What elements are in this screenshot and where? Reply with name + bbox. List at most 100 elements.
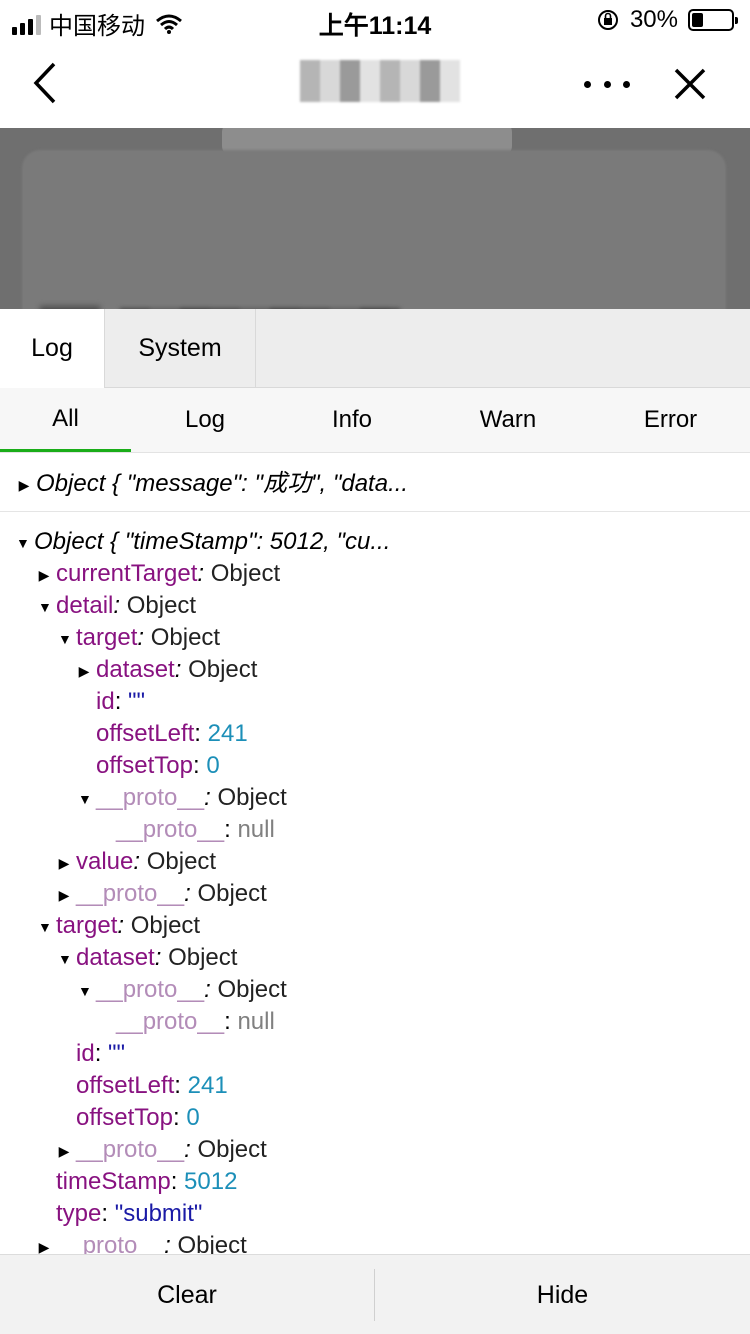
tree-key: __proto__ <box>76 1136 185 1163</box>
tree-row[interactable]: ▶ __proto__: Object <box>0 1134 750 1166</box>
tree-colon: : <box>197 560 211 587</box>
tree-row[interactable]: ▶ value: Object <box>0 846 750 878</box>
log-entry[interactable]: ▶ Object { "message": "成功", "data... <box>0 468 750 500</box>
tree-row[interactable]: ▶ currentTarget: Object <box>0 558 750 590</box>
tab-system[interactable]: System <box>105 309 256 388</box>
tree-row: timeStamp: 5012 <box>0 1166 750 1198</box>
console-bottom-bar: Clear Hide <box>0 1254 750 1334</box>
tree-row[interactable]: ▼ __proto__: Object <box>0 974 750 1006</box>
tree-row: type: "submit" <box>0 1198 750 1230</box>
tree-row: offsetLeft: 241 <box>0 1070 750 1102</box>
underlying-page-blurred <box>0 128 750 309</box>
caret-down-icon[interactable]: ▼ <box>78 783 92 815</box>
caret-right-icon[interactable]: ▶ <box>58 1135 70 1167</box>
tree-row[interactable]: ▶ __proto__: Object <box>0 878 750 910</box>
tree-colon: : <box>204 976 218 1003</box>
tree-value: Object <box>197 1136 267 1163</box>
tree-colon: : <box>94 1040 109 1067</box>
battery-fill <box>692 13 704 27</box>
tree-value: Object <box>177 1232 247 1254</box>
filter-info[interactable]: Info <box>279 388 425 452</box>
nav-bar <box>0 40 750 128</box>
chevron-left-icon[interactable] <box>28 60 68 106</box>
tree-key: offsetLeft <box>96 720 195 747</box>
blurred-card <box>22 150 726 309</box>
caret-down-icon[interactable]: ▼ <box>58 623 72 655</box>
caret-down-icon[interactable]: ▼ <box>38 911 52 943</box>
tree-key: type <box>56 1200 102 1227</box>
tree-value: Object <box>146 848 217 875</box>
tree-colon: : <box>184 880 198 907</box>
console-log-list[interactable]: ▶ Object { "message": "成功", "data... ▼ Obj… <box>0 454 750 1254</box>
tree-row: id: "" <box>0 1038 750 1070</box>
tree-row: offsetTop: 0 <box>0 750 750 782</box>
tree-value: 241 <box>187 1072 228 1099</box>
tree-row[interactable]: ▶ __proto__: Object <box>0 1230 750 1254</box>
tree-colon: : <box>117 912 131 939</box>
log-entry-summary: Object { "timeStamp": 5012, "cu... <box>34 528 391 555</box>
tree-row: offsetLeft: 241 <box>0 718 750 750</box>
battery-icon <box>688 9 738 31</box>
tree-colon: : <box>164 1232 178 1254</box>
tree-value: null <box>237 816 275 843</box>
tree-row: __proto__: null <box>0 814 750 846</box>
tree-value: 0 <box>186 1104 200 1131</box>
caret-right-icon[interactable]: ▶ <box>18 469 30 501</box>
tree-row[interactable]: ▼ detail: Object <box>0 590 750 622</box>
filter-all[interactable]: All <box>0 388 131 452</box>
tree-value: Object <box>217 784 287 811</box>
caret-down-icon[interactable]: ▼ <box>78 975 92 1007</box>
tree-key: dataset <box>76 944 155 971</box>
tree-key: __proto__ <box>56 1232 165 1254</box>
caret-down-icon[interactable]: ▼ <box>16 527 30 559</box>
tree-colon: : <box>170 1168 185 1195</box>
caret-right-icon[interactable]: ▶ <box>78 655 90 687</box>
tree-row[interactable]: ▶ dataset: Object <box>0 654 750 686</box>
log-entry[interactable]: ▼ Object { "timeStamp": 5012, "cu... <box>0 526 750 558</box>
clear-button[interactable]: Clear <box>0 1255 374 1334</box>
tree-colon: : <box>114 688 129 715</box>
tree-row: id: "" <box>0 686 750 718</box>
tree-value: 0 <box>206 752 220 779</box>
more-horizontal-icon[interactable] <box>584 70 630 98</box>
log-entry-summary: Object { "message": "成功", "data... <box>36 470 409 497</box>
tree-colon: : <box>194 720 208 747</box>
caret-right-icon[interactable]: ▶ <box>38 559 50 591</box>
caret-right-icon[interactable]: ▶ <box>58 847 70 879</box>
filter-log[interactable]: Log <box>131 388 279 452</box>
tree-value: 5012 <box>184 1168 238 1195</box>
tree-colon: : <box>174 1072 188 1099</box>
tree-value: Object <box>130 912 201 939</box>
caret-right-icon[interactable]: ▶ <box>58 879 70 911</box>
tree-colon: : <box>224 816 238 843</box>
hide-button[interactable]: Hide <box>375 1255 750 1334</box>
tree-key: detail <box>56 592 114 619</box>
tab-log[interactable]: Log <box>0 309 105 388</box>
tree-colon: : <box>204 784 218 811</box>
tree-row[interactable]: ▼ dataset: Object <box>0 942 750 974</box>
console-filter-tabs: All Log Info Warn Error <box>0 388 750 453</box>
caret-down-icon[interactable]: ▼ <box>58 943 72 975</box>
caret-right-icon[interactable]: ▶ <box>38 1231 50 1254</box>
filter-warn[interactable]: Warn <box>425 388 591 452</box>
tree-colon: : <box>101 1200 115 1227</box>
tree-key: __proto__ <box>116 1008 225 1035</box>
tree-colon: : <box>174 656 189 683</box>
tree-value: "" <box>108 1040 126 1067</box>
tree-colon: : <box>184 1136 198 1163</box>
tree-row[interactable]: ▼ target: Object <box>0 910 750 942</box>
tree-row[interactable]: ▼ __proto__: Object <box>0 782 750 814</box>
orientation-lock-icon <box>597 10 618 30</box>
tree-key: __proto__ <box>76 880 185 907</box>
tree-row[interactable]: ▼ target: Object <box>0 622 750 654</box>
caret-down-icon[interactable]: ▼ <box>38 591 52 623</box>
tree-colon: : <box>137 624 151 651</box>
tree-value: "submit" <box>114 1200 203 1227</box>
tree-key: timeStamp <box>56 1168 171 1195</box>
filter-error[interactable]: Error <box>591 388 750 452</box>
tree-value: Object <box>210 560 281 587</box>
tree-value: Object <box>197 880 267 907</box>
close-icon[interactable] <box>670 64 710 104</box>
tree-value: "" <box>128 688 146 715</box>
tree-key: id <box>76 1040 95 1067</box>
